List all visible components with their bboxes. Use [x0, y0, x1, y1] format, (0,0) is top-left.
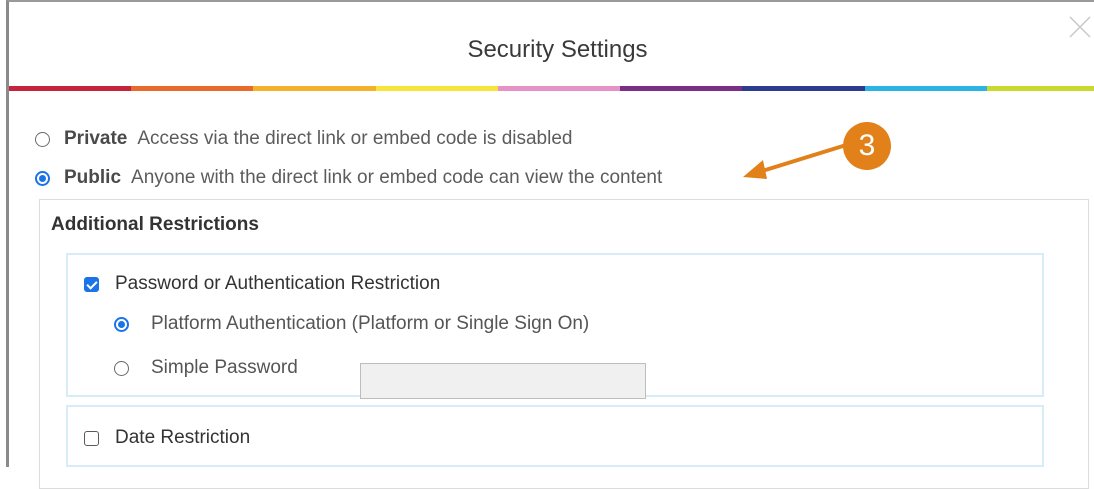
password-restriction-option[interactable]: Password or Authentication Restriction [84, 273, 440, 295]
private-description: Access via the direct link or embed code… [137, 128, 573, 149]
date-restriction-option[interactable]: Date Restriction [84, 427, 250, 449]
password-restriction-label: Password or Authentication Restriction [115, 273, 441, 294]
private-radio[interactable] [35, 131, 50, 147]
password-restriction-checkbox[interactable] [84, 276, 99, 292]
simple-password-label: Simple Password [151, 357, 298, 378]
stripe-segment [986, 86, 1094, 91]
additional-restrictions-panel: Additional Restrictions Password or Auth… [39, 199, 1089, 489]
stripe-segment [864, 86, 987, 91]
additional-restrictions-title: Additional Restrictions [51, 214, 259, 235]
public-description: Anyone with the direct link or embed cod… [131, 167, 663, 188]
stripe-segment [131, 86, 254, 91]
color-stripe [9, 86, 1094, 91]
private-option[interactable]: Private Access via the direct link or em… [35, 128, 572, 150]
public-radio[interactable] [35, 170, 50, 186]
platform-authentication-radio[interactable] [114, 316, 129, 332]
date-restriction-checkbox[interactable] [84, 430, 99, 446]
password-restriction-section: Password or Authentication Restriction P… [66, 253, 1044, 399]
annotation-arrow-icon [743, 144, 845, 179]
private-label: Private [64, 128, 128, 149]
simple-password-input[interactable] [360, 363, 646, 399]
stripe-segment [253, 86, 376, 91]
platform-authentication-label: Platform Authentication (Platform or Sin… [151, 313, 590, 334]
date-restriction-section: Date Restriction [66, 405, 1044, 467]
simple-password-radio[interactable] [114, 360, 129, 376]
dialog-title: Security Settings [467, 36, 648, 63]
date-restriction-label: Date Restriction [115, 427, 251, 448]
stripe-segment [742, 86, 865, 91]
security-settings-dialog: Security Settings Private Access via the… [6, 0, 1094, 489]
public-option[interactable]: Public Anyone with the direct link or em… [35, 167, 662, 189]
public-label: Public [64, 167, 122, 188]
stripe-segment [9, 86, 132, 91]
stripe-segment [375, 86, 498, 91]
stripe-segment [497, 86, 621, 91]
stripe-segment [620, 86, 743, 91]
platform-authentication-option[interactable]: Platform Authentication (Platform or Sin… [114, 313, 589, 335]
simple-password-option[interactable]: Simple Password [114, 357, 298, 379]
close-icon[interactable] [1067, 14, 1093, 40]
